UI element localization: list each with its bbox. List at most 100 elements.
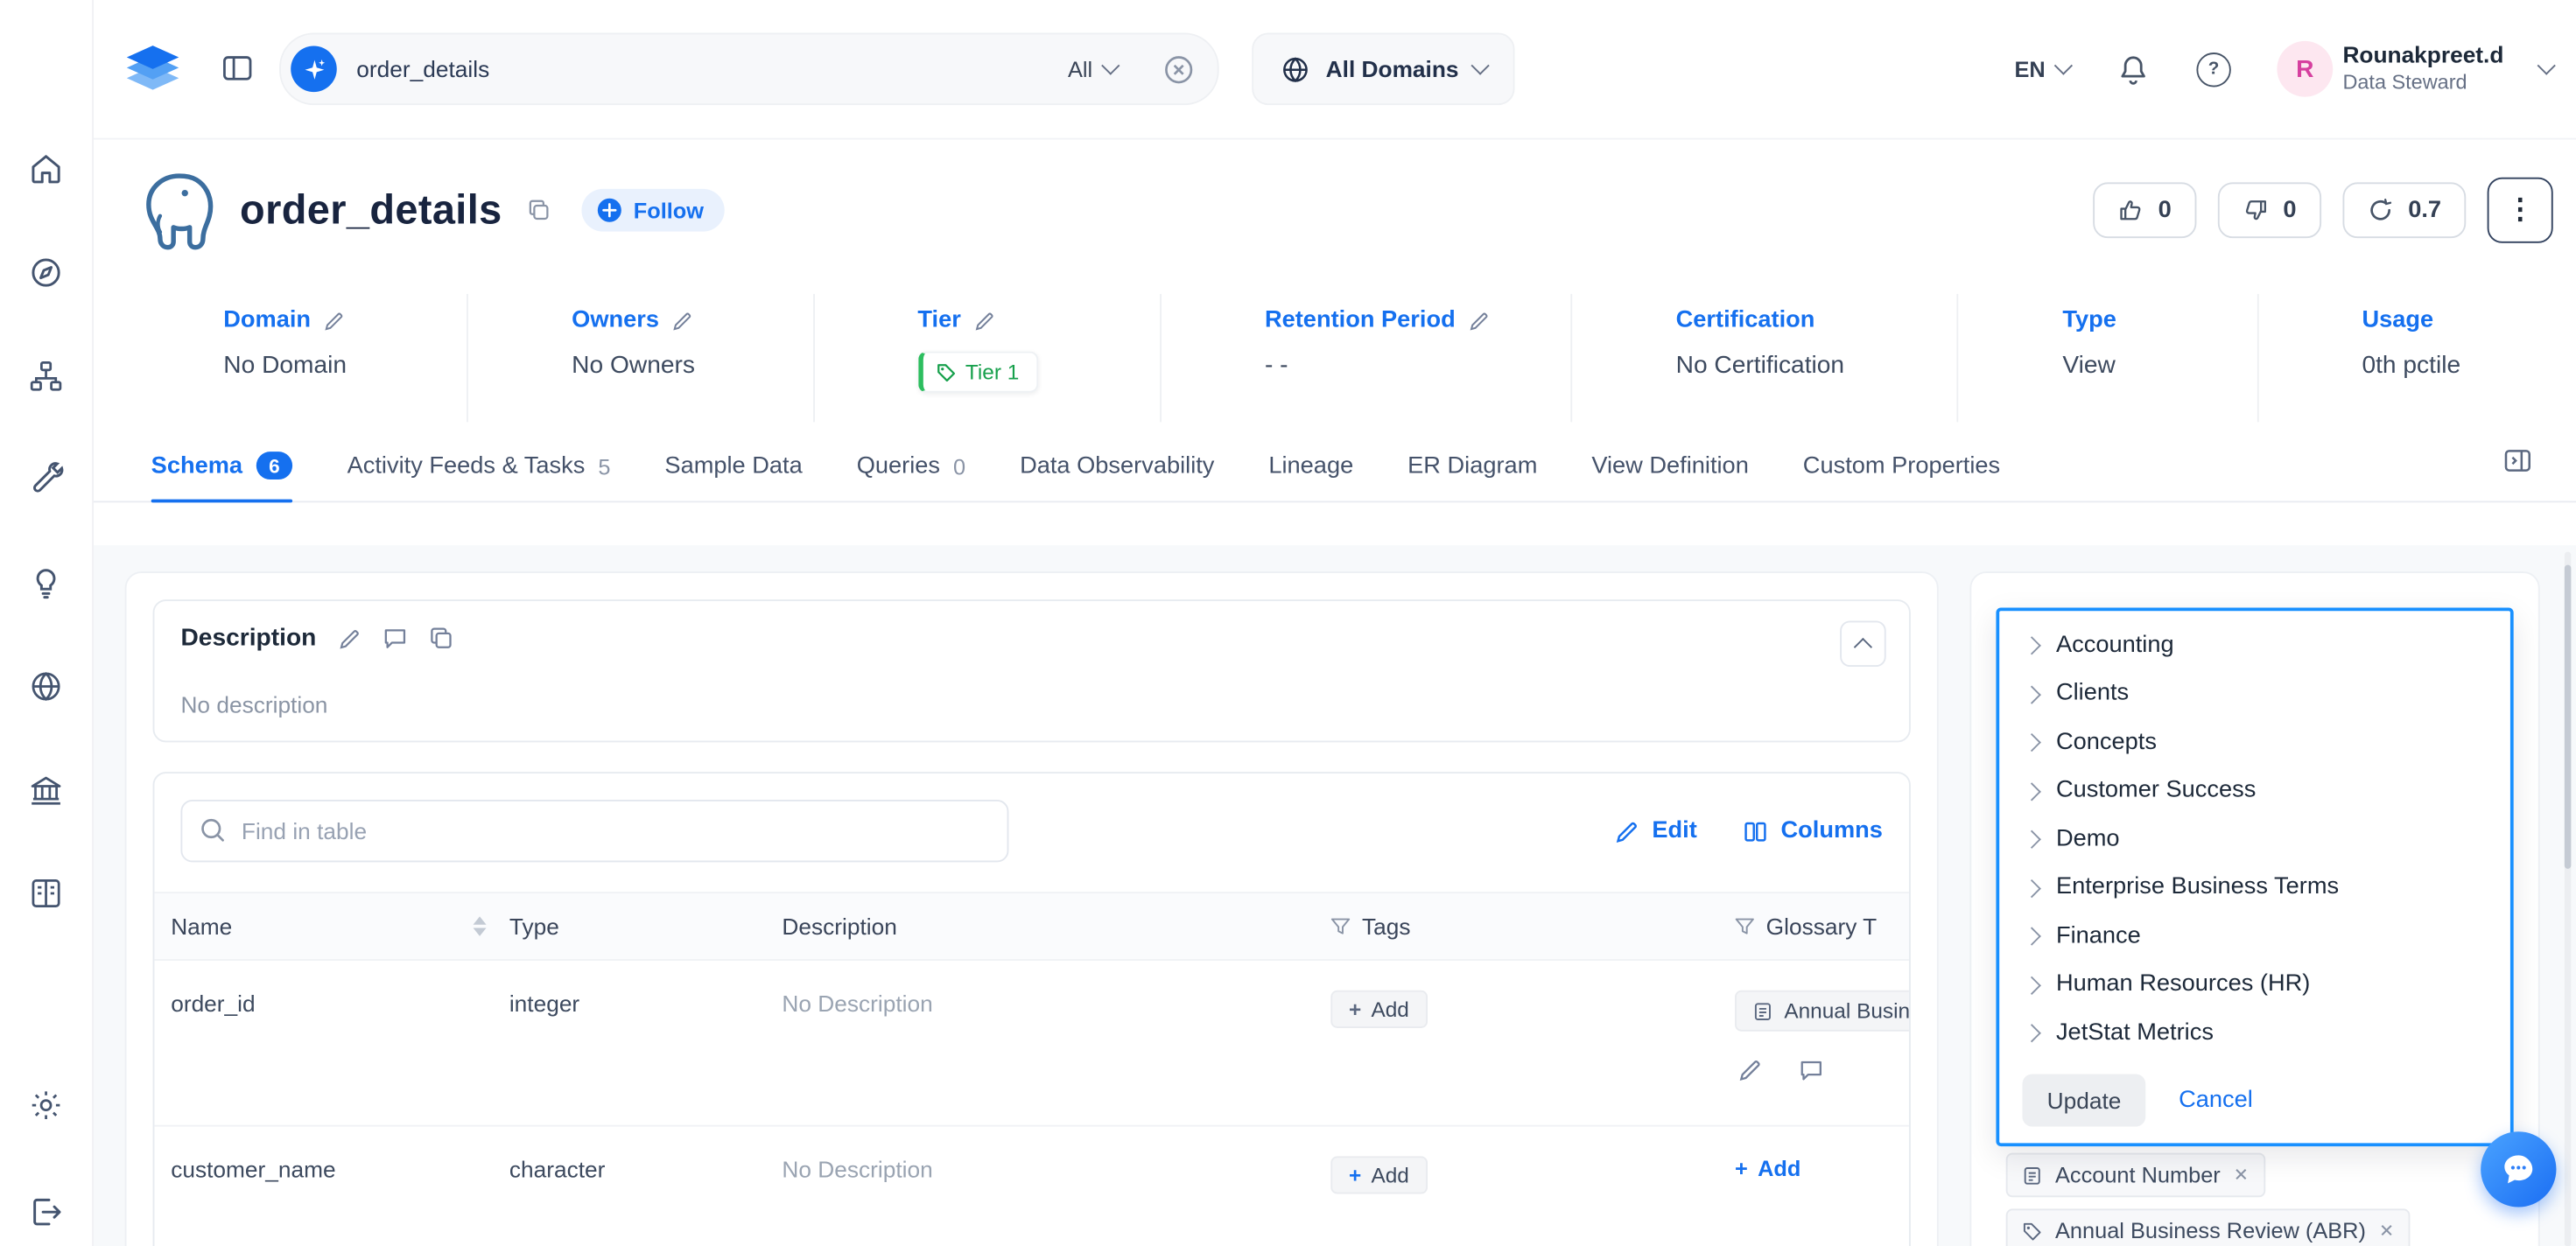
hierarchy-icon[interactable] bbox=[28, 358, 64, 394]
add-tag-button[interactable]: + Add bbox=[1330, 990, 1427, 1028]
global-search-bar[interactable]: All bbox=[279, 33, 1219, 106]
domain-label[interactable]: Domain bbox=[223, 307, 467, 333]
type-label[interactable]: Type bbox=[2062, 307, 2257, 333]
remove-term-icon[interactable]: ✕ bbox=[2379, 1221, 2394, 1242]
chevron-right-icon[interactable] bbox=[2023, 636, 2040, 654]
explore-compass-icon[interactable] bbox=[28, 255, 64, 290]
glossary-tree-item-clients[interactable]: Clients bbox=[1999, 669, 2510, 718]
selected-terms-list: Account Number ✕ Annual Business Review … bbox=[2006, 1153, 2411, 1246]
glossary-tree-item-customer-success[interactable]: Customer Success bbox=[1999, 766, 2510, 815]
sidebar-toggle-icon[interactable] bbox=[221, 51, 256, 87]
chat-support-button[interactable] bbox=[2481, 1131, 2556, 1207]
tab-queries[interactable]: Queries0 bbox=[857, 440, 965, 500]
ai-sparkle-icon[interactable] bbox=[291, 46, 337, 93]
glossary-tree-item-human-resources[interactable]: Human Resources (HR) bbox=[1999, 960, 2510, 1008]
cancel-button[interactable]: Cancel bbox=[2179, 1087, 2253, 1113]
chevron-right-icon[interactable] bbox=[2023, 733, 2040, 751]
glossary-book-icon[interactable] bbox=[28, 875, 64, 911]
wrench-icon[interactable] bbox=[28, 461, 64, 497]
downvote-button[interactable]: 0 bbox=[2217, 182, 2320, 238]
search-clear-icon[interactable] bbox=[1163, 53, 1195, 85]
filter-funnel-icon[interactable] bbox=[1735, 916, 1755, 936]
glossary-tree-item-enterprise-business-terms[interactable]: Enterprise Business Terms bbox=[1999, 863, 2510, 911]
chevron-right-icon[interactable] bbox=[2023, 927, 2040, 944]
home-icon[interactable] bbox=[28, 151, 64, 187]
update-button[interactable]: Update bbox=[2022, 1074, 2145, 1126]
description-collapse-button[interactable] bbox=[1840, 620, 1886, 667]
domains-filter-button[interactable]: All Domains bbox=[1252, 33, 1514, 106]
upvote-button[interactable]: 0 bbox=[2093, 182, 2196, 238]
chevron-right-icon[interactable] bbox=[2023, 878, 2040, 896]
tab-activity-feeds[interactable]: Activity Feeds & Tasks5 bbox=[347, 440, 611, 500]
right-panel-toggle-icon[interactable] bbox=[2502, 445, 2534, 477]
follow-button[interactable]: Follow bbox=[581, 189, 726, 232]
tab-custom-properties[interactable]: Custom Properties bbox=[1803, 440, 2000, 500]
tab-schema[interactable]: Schema6 bbox=[151, 438, 293, 500]
search-scope-dropdown[interactable]: All bbox=[1068, 57, 1117, 81]
circle-plus-icon bbox=[596, 197, 622, 223]
quality-score-button[interactable]: 0.7 bbox=[2342, 182, 2466, 238]
user-menu[interactable]: R Rounakpreet.d Data Steward bbox=[2277, 41, 2552, 97]
glossary-tree-item-accounting[interactable]: Accounting bbox=[1999, 620, 2510, 668]
tab-schema-count: 6 bbox=[256, 452, 293, 480]
comment-icon[interactable] bbox=[382, 626, 406, 650]
globe-icon[interactable] bbox=[28, 668, 64, 704]
remove-term-icon[interactable]: ✕ bbox=[2234, 1165, 2249, 1186]
glossary-tree-item-demo[interactable]: Demo bbox=[1999, 815, 2510, 863]
edit-table-button[interactable]: Edit bbox=[1614, 818, 1697, 844]
cell-name[interactable]: order_id bbox=[154, 961, 509, 1017]
comment-icon[interactable] bbox=[1799, 1058, 1823, 1082]
sort-icon[interactable] bbox=[474, 916, 487, 936]
edit-pencil-icon[interactable] bbox=[1469, 310, 1490, 331]
glossary-tree-item-jetstat-metrics[interactable]: JetStat Metrics bbox=[1999, 1008, 2510, 1056]
tab-lineage[interactable]: Lineage bbox=[1268, 440, 1353, 500]
copy-icon[interactable] bbox=[525, 197, 551, 223]
tree-label: Clients bbox=[2056, 681, 2129, 707]
edit-pencil-icon[interactable] bbox=[324, 310, 345, 331]
chevron-right-icon[interactable] bbox=[2023, 781, 2040, 799]
table-row: order_id integer No Description + Add bbox=[154, 961, 1909, 1127]
search-input[interactable] bbox=[354, 54, 1052, 84]
edit-pencil-icon[interactable] bbox=[338, 626, 361, 649]
cell-name[interactable]: customer_name bbox=[154, 1127, 509, 1183]
tab-sample-data[interactable]: Sample Data bbox=[664, 440, 802, 500]
suggestions-stack-icon[interactable] bbox=[428, 626, 453, 650]
chevron-right-icon[interactable] bbox=[2023, 830, 2040, 848]
usage-label[interactable]: Usage bbox=[2362, 307, 2576, 333]
glossary-tree-item-concepts[interactable]: Concepts bbox=[1999, 718, 2510, 766]
add-tag-button[interactable]: + Add bbox=[1330, 1156, 1427, 1194]
logout-icon[interactable] bbox=[28, 1194, 64, 1230]
tier-label[interactable]: Tier bbox=[917, 307, 1159, 333]
glossary-term-chip[interactable]: Annual Busine bbox=[1735, 990, 1909, 1032]
follow-label: Follow bbox=[634, 198, 704, 222]
tab-er-diagram[interactable]: ER Diagram bbox=[1407, 440, 1537, 500]
edit-pencil-icon[interactable] bbox=[672, 310, 693, 331]
find-in-table-input[interactable] bbox=[180, 800, 1008, 862]
chevron-right-icon[interactable] bbox=[2023, 976, 2040, 993]
settings-gear-icon[interactable] bbox=[28, 1088, 64, 1124]
tab-data-observability[interactable]: Data Observability bbox=[1020, 440, 1214, 500]
selected-term-chip[interactable]: Annual Business Review (ABR) ✕ bbox=[2006, 1208, 2411, 1246]
retention-label[interactable]: Retention Period bbox=[1265, 307, 1571, 333]
chevron-right-icon[interactable] bbox=[2023, 685, 2040, 703]
insights-bulb-icon[interactable] bbox=[28, 565, 64, 601]
add-glossary-term-button[interactable]: + Add bbox=[1735, 1156, 1800, 1180]
tab-view-definition[interactable]: View Definition bbox=[1591, 440, 1749, 500]
chevron-right-icon[interactable] bbox=[2023, 1024, 2040, 1041]
edit-pencil-icon[interactable] bbox=[974, 310, 995, 331]
language-selector[interactable]: EN bbox=[2015, 57, 2070, 81]
selected-term-chip[interactable]: Account Number ✕ bbox=[2006, 1153, 2265, 1198]
owners-label[interactable]: Owners bbox=[572, 307, 812, 333]
edit-pencil-icon[interactable] bbox=[1738, 1058, 1763, 1082]
filter-funnel-icon[interactable] bbox=[1330, 916, 1351, 936]
scrollbar-thumb[interactable] bbox=[2565, 565, 2572, 869]
certification-label[interactable]: Certification bbox=[1676, 307, 1958, 333]
columns-button[interactable]: Columns bbox=[1743, 818, 1883, 844]
bank-icon[interactable] bbox=[28, 772, 64, 808]
glossary-tree-item-finance[interactable]: Finance bbox=[1999, 912, 2510, 960]
tier-chip[interactable]: Tier 1 bbox=[917, 352, 1038, 393]
notifications-bell-icon[interactable] bbox=[2116, 52, 2150, 86]
help-icon[interactable]: ? bbox=[2196, 52, 2230, 86]
more-actions-button[interactable]: ⋮ bbox=[2488, 178, 2553, 243]
app-logo-icon[interactable] bbox=[122, 38, 184, 100]
